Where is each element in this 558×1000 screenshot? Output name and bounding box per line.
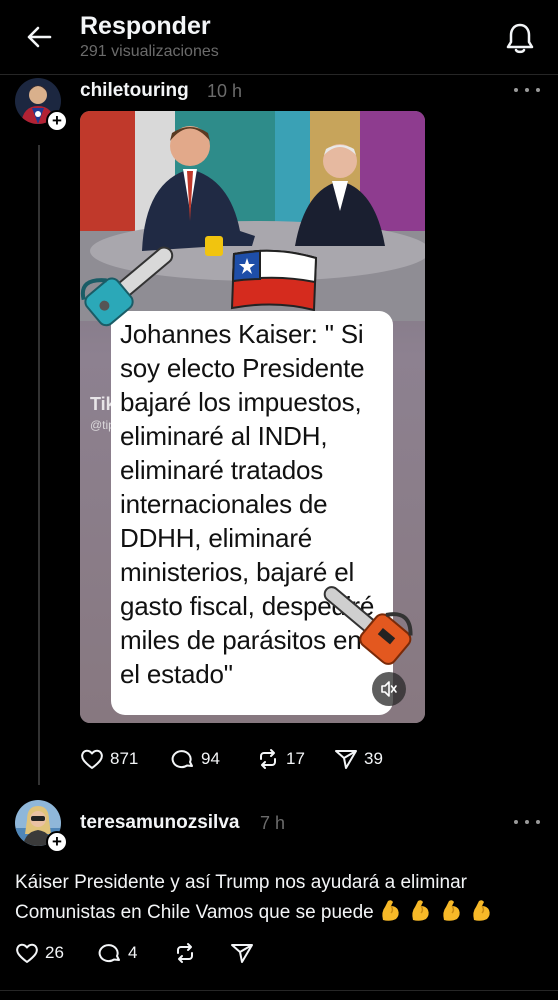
follow-button[interactable]: + xyxy=(46,831,68,853)
flexed-biceps-icon xyxy=(382,900,399,921)
reply-more-button[interactable] xyxy=(514,814,540,830)
reply-like-button[interactable]: 26 xyxy=(15,942,64,964)
flexed-biceps-icon xyxy=(442,900,460,921)
notifications-button[interactable] xyxy=(500,18,540,58)
reply-like-count: 26 xyxy=(45,943,64,962)
comment-count: 94 xyxy=(201,749,220,768)
reply-comment-count: 4 xyxy=(128,943,138,962)
post-time: 10 h xyxy=(207,81,243,101)
thread-line xyxy=(38,145,40,785)
arrow-left-icon xyxy=(27,26,52,48)
heart-icon xyxy=(81,749,103,769)
dot-icon xyxy=(514,820,518,824)
reply-comment-button[interactable]: 4 xyxy=(98,942,137,964)
share-button[interactable]: 39 xyxy=(334,748,383,770)
flexed-biceps-icon xyxy=(473,900,490,921)
reply-repost-button[interactable] xyxy=(173,942,197,964)
bell-icon xyxy=(506,23,534,54)
comment-icon xyxy=(98,944,120,963)
dot-icon xyxy=(536,88,540,92)
send-icon xyxy=(231,944,253,963)
post-more-button[interactable] xyxy=(514,82,540,98)
flexed-biceps-icon xyxy=(412,900,429,921)
repost-icon xyxy=(260,749,276,769)
comment-button[interactable]: 94 xyxy=(171,748,220,770)
reply-username[interactable]: teresamunozsilva xyxy=(80,812,239,834)
send-icon xyxy=(335,750,357,769)
dot-icon xyxy=(525,820,529,824)
reply-share-button[interactable] xyxy=(230,942,254,964)
chile-flag-icon xyxy=(230,249,318,312)
repost-button[interactable]: 17 xyxy=(256,748,305,770)
comment-icon xyxy=(171,750,193,769)
top-bar: Responder 291 visualizaciones xyxy=(0,0,558,75)
back-button[interactable] xyxy=(20,20,58,54)
repost-count: 17 xyxy=(286,749,305,768)
page-title: Responder xyxy=(80,12,211,40)
heart-icon xyxy=(16,943,38,963)
chainsaw-icon xyxy=(323,586,413,665)
dot-icon xyxy=(525,88,529,92)
plus-icon: + xyxy=(52,832,62,851)
like-button[interactable]: 871 xyxy=(80,748,138,770)
view-count: 291 visualizaciones xyxy=(80,43,219,60)
dot-icon xyxy=(536,820,540,824)
share-count: 39 xyxy=(364,749,383,768)
follow-button[interactable]: + xyxy=(46,110,68,132)
chainsaw-icon xyxy=(80,246,174,327)
post-username[interactable]: chiletouring xyxy=(80,80,189,102)
emoji-row xyxy=(379,900,495,923)
dot-icon xyxy=(514,88,518,92)
plus-icon: + xyxy=(52,111,62,130)
mute-button[interactable] xyxy=(372,672,406,706)
reply-text: Káiser Presidente y así Trump nos ayudar… xyxy=(15,868,545,928)
divider xyxy=(0,990,558,991)
reply-time: 7 h xyxy=(260,813,286,833)
speaker-muted-icon xyxy=(381,681,397,697)
post-image[interactable]: TikTok @tip... Johannes Kaiser: " Si soy… xyxy=(80,111,425,723)
like-count: 871 xyxy=(110,749,139,768)
repost-icon xyxy=(177,943,193,963)
